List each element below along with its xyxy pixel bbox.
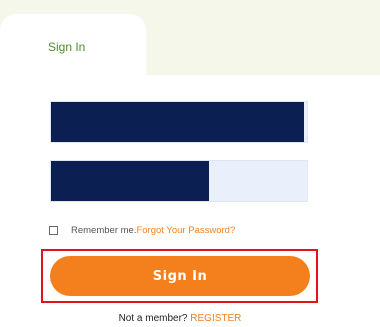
remember-row: Remember me. Forgot Your Password?: [49, 223, 235, 237]
register-link[interactable]: REGISTER: [190, 313, 241, 324]
sign-in-button[interactable]: Sign In: [50, 256, 310, 296]
username-field-container: [50, 101, 308, 143]
password-field-container: [50, 160, 308, 202]
login-page: Sign In Remember me. Forgot Your Passwor…: [0, 0, 380, 327]
tab-sign-in[interactable]: Sign In: [0, 14, 146, 80]
remember-me-label: Remember me.: [71, 224, 137, 236]
not-member-label: Not a member?: [118, 313, 191, 324]
register-prompt: Not a member? REGISTER: [0, 313, 360, 324]
password-input[interactable]: [51, 161, 307, 201]
username-input[interactable]: [51, 102, 307, 142]
tab-sign-in-label: Sign In: [48, 40, 86, 54]
forgot-password-link[interactable]: Forgot Your Password?: [136, 225, 235, 236]
remember-me-checkbox[interactable]: [49, 225, 58, 235]
